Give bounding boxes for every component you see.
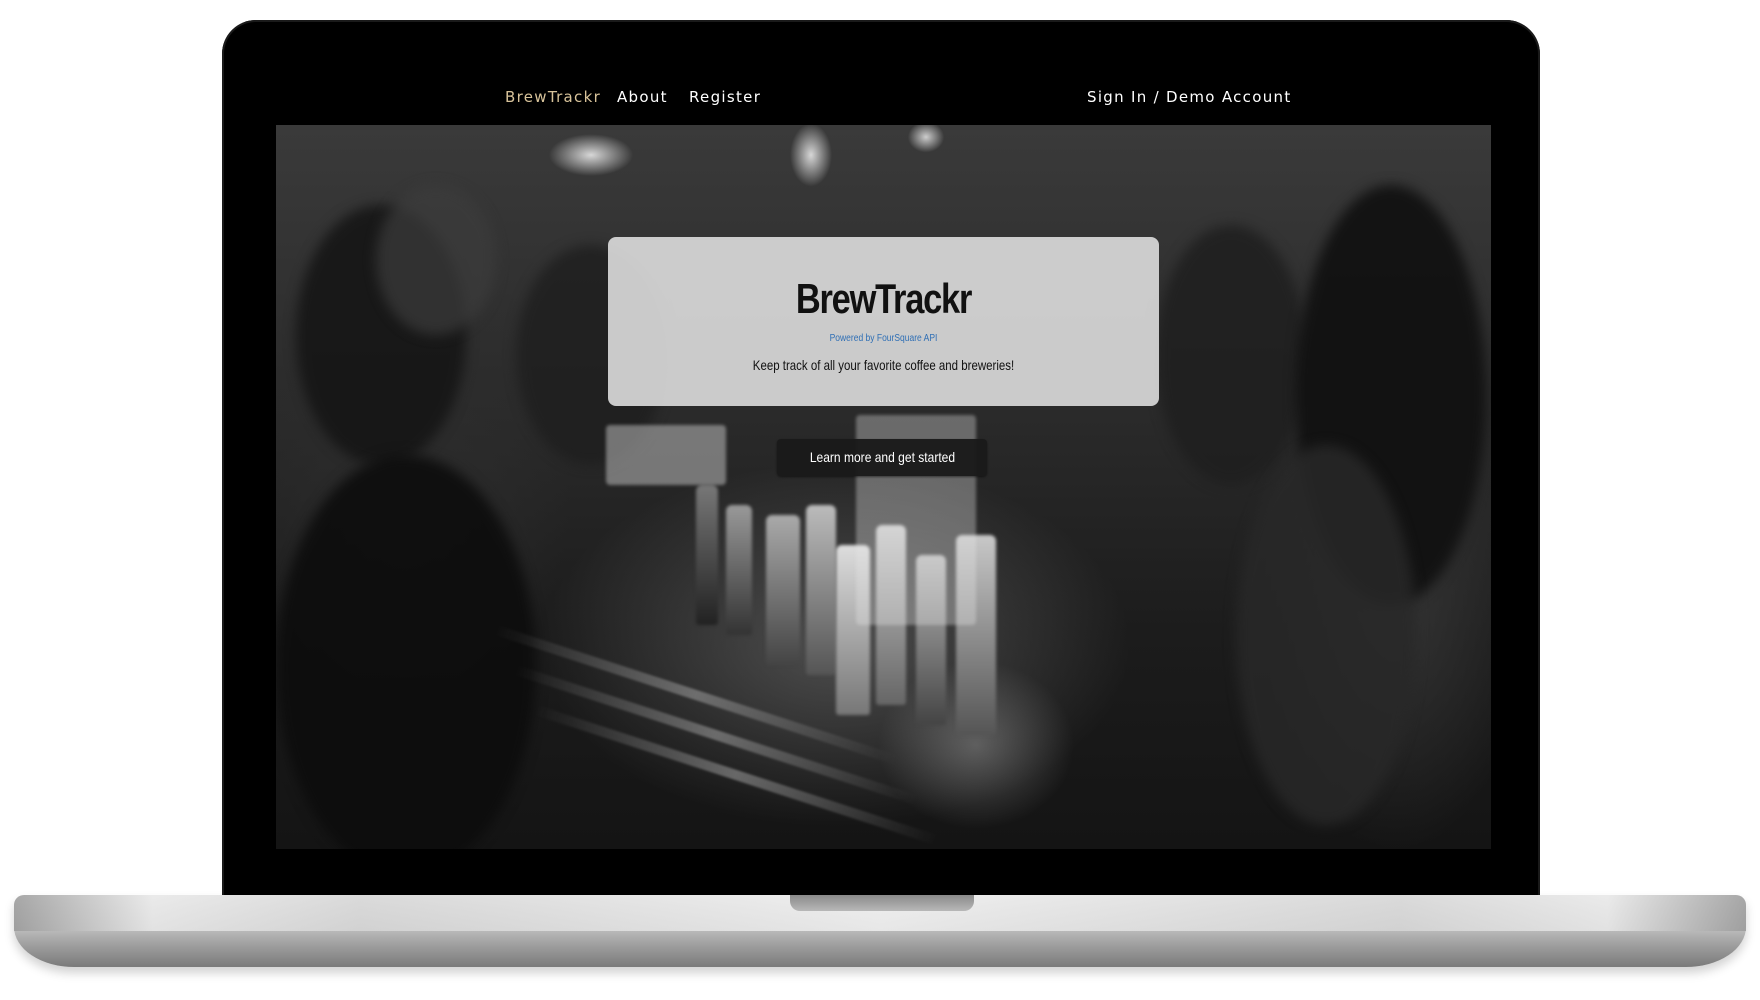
navbar: BrewTrackr About Register Sign In / Demo…	[276, 76, 1491, 124]
photo-bottle	[726, 505, 752, 635]
powered-by-link[interactable]: Powered by FourSquare API	[649, 333, 1117, 344]
nav-about-link[interactable]: About	[617, 88, 668, 106]
learn-more-button-label: Learn more and get started	[809, 449, 955, 465]
nav-register-link[interactable]: Register	[689, 88, 761, 106]
learn-more-button[interactable]: Learn more and get started	[777, 439, 987, 476]
photo-bottle	[766, 515, 800, 665]
hero-title: BrewTrackr	[795, 275, 973, 322]
laptop-notch	[790, 895, 974, 911]
laptop-screen: BrewTrackr About Register Sign In / Demo…	[276, 76, 1491, 849]
photo-bar-rail	[534, 705, 937, 845]
photo-bottle	[696, 485, 718, 625]
photo-person-shape	[276, 455, 536, 849]
photo-bottle	[606, 425, 726, 485]
photo-person-shape	[376, 185, 496, 335]
laptop-mockup: BrewTrackr About Register Sign In / Demo…	[0, 0, 1760, 1000]
nav-signin-link[interactable]: Sign In / Demo Account	[1087, 88, 1292, 106]
photo-person-shape	[1156, 225, 1306, 485]
intro-card: BrewTrackr Powered by FourSquare API Kee…	[608, 237, 1159, 406]
photo-bottle	[806, 505, 836, 675]
nav-brand-link[interactable]: BrewTrackr	[505, 88, 601, 106]
hero-background-photo	[276, 125, 1491, 849]
photo-person-shape	[1236, 445, 1416, 825]
hero-tagline: Keep track of all your favorite coffee a…	[752, 357, 1015, 373]
